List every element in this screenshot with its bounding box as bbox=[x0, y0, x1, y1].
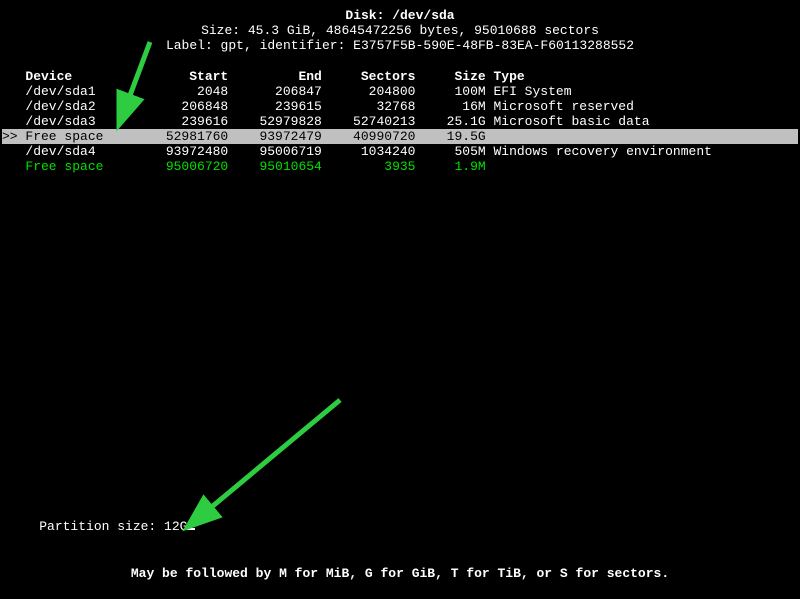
disk-label-line: Label: gpt, identifier: E3757F5B-590E-48… bbox=[2, 38, 798, 53]
prompt-label: Partition size: bbox=[39, 519, 164, 534]
arrow-annotation-bottom bbox=[190, 400, 340, 525]
table-row[interactable]: /dev/sda3 239616 52979828 52740213 25.1G… bbox=[2, 114, 798, 129]
partition-table: Device Start End Sectors Size Type /dev/… bbox=[2, 69, 798, 174]
hint-text: May be followed by M for MiB, G for GiB,… bbox=[0, 566, 800, 581]
table-row[interactable]: /dev/sda2 206848 239615 32768 16M Micros… bbox=[2, 99, 798, 114]
disk-size-line: Size: 45.3 GiB, 48645472256 bytes, 95010… bbox=[2, 23, 798, 38]
partition-table-header: Device Start End Sectors Size Type bbox=[2, 69, 798, 84]
disk-title: Disk: /dev/sda bbox=[2, 8, 798, 23]
partition-size-prompt[interactable]: Partition size: 12G bbox=[8, 503, 195, 549]
table-row[interactable]: >> Free space 52981760 93972479 40990720… bbox=[2, 129, 798, 144]
table-row[interactable]: Free space 95006720 95010654 3935 1.9M bbox=[2, 159, 798, 174]
text-cursor bbox=[187, 518, 195, 530]
prompt-value: 12G bbox=[164, 519, 187, 534]
table-row[interactable]: /dev/sda4 93972480 95006719 1034240 505M… bbox=[2, 144, 798, 159]
table-row[interactable]: /dev/sda1 2048 206847 204800 100M EFI Sy… bbox=[2, 84, 798, 99]
